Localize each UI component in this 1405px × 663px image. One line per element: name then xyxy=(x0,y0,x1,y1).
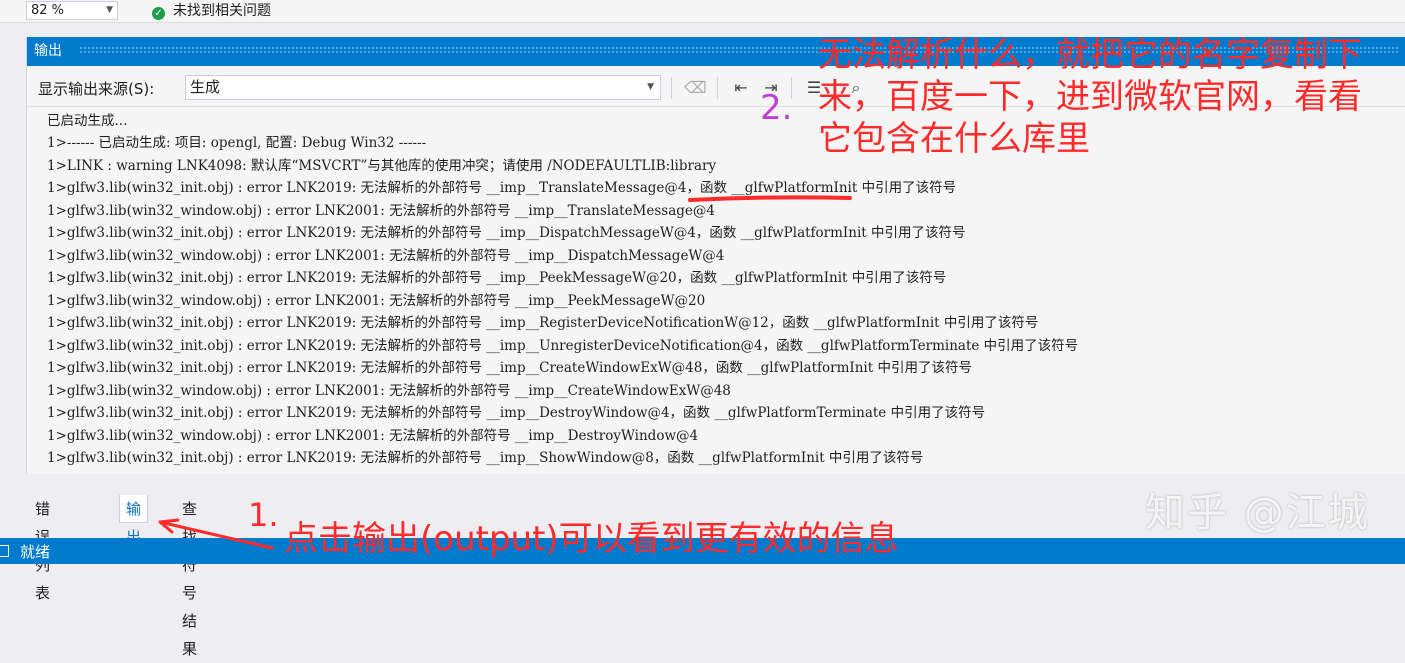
check-circle-icon: ✓ xyxy=(152,7,165,20)
source-label: 显示输出来源(S): xyxy=(38,80,155,98)
clear-all-icon[interactable]: ⌫ xyxy=(684,77,707,99)
log-line: 1>glfw3.lib(win32_window.obj) : error LN… xyxy=(47,383,731,399)
annotation-note-2: 无法解析什么，就把它的名字复制下 来，百度一下，进到微软官网，看看 它包含在什么… xyxy=(818,35,1362,159)
editor-status-strip: 82 % ▼ ✓ 未找到相关问题 xyxy=(0,0,1405,23)
tab-error-list[interactable]: 错误列表 xyxy=(35,495,50,602)
output-log[interactable]: 已启动生成... 1>------ 已启动生成: 项目: opengl, 配置:… xyxy=(27,106,1405,471)
output-source-select[interactable]: 生成 ▼ xyxy=(185,75,661,100)
previous-message-icon[interactable]: ⇤ xyxy=(730,77,752,99)
annotation-note-1: 点击输出(output)可以看到更有效的信息 xyxy=(284,519,899,559)
log-line: 1>glfw3.lib(win32_init.obj) : error LNK2… xyxy=(47,225,966,241)
log-line: 1>glfw3.lib(win32_window.obj) : error LN… xyxy=(47,428,699,444)
log-line: 1>glfw3.lib(win32_init.obj) : error LNK2… xyxy=(47,360,972,376)
log-line: 1>glfw3.lib(win32_init.obj) : error LNK2… xyxy=(47,315,1039,331)
status-text: 就绪 xyxy=(20,543,51,561)
chevron-down-icon: ▼ xyxy=(647,82,654,92)
log-line: 1>------ 已启动生成: 项目: opengl, 配置: Debug Wi… xyxy=(47,135,427,151)
zhihu-watermark: 知乎 @江城 xyxy=(1145,490,1370,536)
tab-output[interactable]: 输出 xyxy=(119,495,149,546)
annotation-number-1: 1. xyxy=(248,496,279,534)
log-line: 1>LINK : warning LNK4098: 默认库“MSVCRT”与其他… xyxy=(47,158,717,174)
log-line: 1>glfw3.lib(win32_init.obj) : error LNK2… xyxy=(47,405,986,421)
status-square-icon xyxy=(0,545,9,557)
chevron-down-icon: ▼ xyxy=(106,5,113,15)
log-line: 1>glfw3.lib(win32_init.obj) : error LNK2… xyxy=(47,180,957,196)
issues-indicator[interactable]: ✓ 未找到相关问题 xyxy=(152,1,271,21)
annotation-number-2: 2. xyxy=(760,88,793,128)
tab-find-symbol-results[interactable]: 查找符号结果 xyxy=(182,495,197,658)
zoom-value: 82 % xyxy=(31,3,65,18)
log-line: 1>glfw3.lib(win32_window.obj) : error LN… xyxy=(47,293,706,309)
log-line: 已启动生成... xyxy=(47,113,128,129)
toolbar-separator xyxy=(717,77,718,99)
log-line: 1>glfw3.lib(win32_init.obj) : error LNK2… xyxy=(47,270,947,286)
zoom-dropdown[interactable]: 82 % ▼ xyxy=(26,1,118,20)
issues-text: 未找到相关问题 xyxy=(173,3,271,19)
toolbar-separator xyxy=(671,77,672,99)
output-source-value: 生成 xyxy=(190,78,221,96)
log-line: 1>glfw3.lib(win32_init.obj) : error LNK2… xyxy=(47,450,924,466)
arrow-head xyxy=(158,518,180,534)
log-line: 1>glfw3.lib(win32_window.obj) : error LN… xyxy=(47,203,715,219)
output-pane-title: 输出 xyxy=(34,43,62,59)
log-line: 1>glfw3.lib(win32_window.obj) : error LN… xyxy=(47,248,725,264)
log-line: 1>glfw3.lib(win32_init.obj) : error LNK2… xyxy=(47,338,1079,354)
